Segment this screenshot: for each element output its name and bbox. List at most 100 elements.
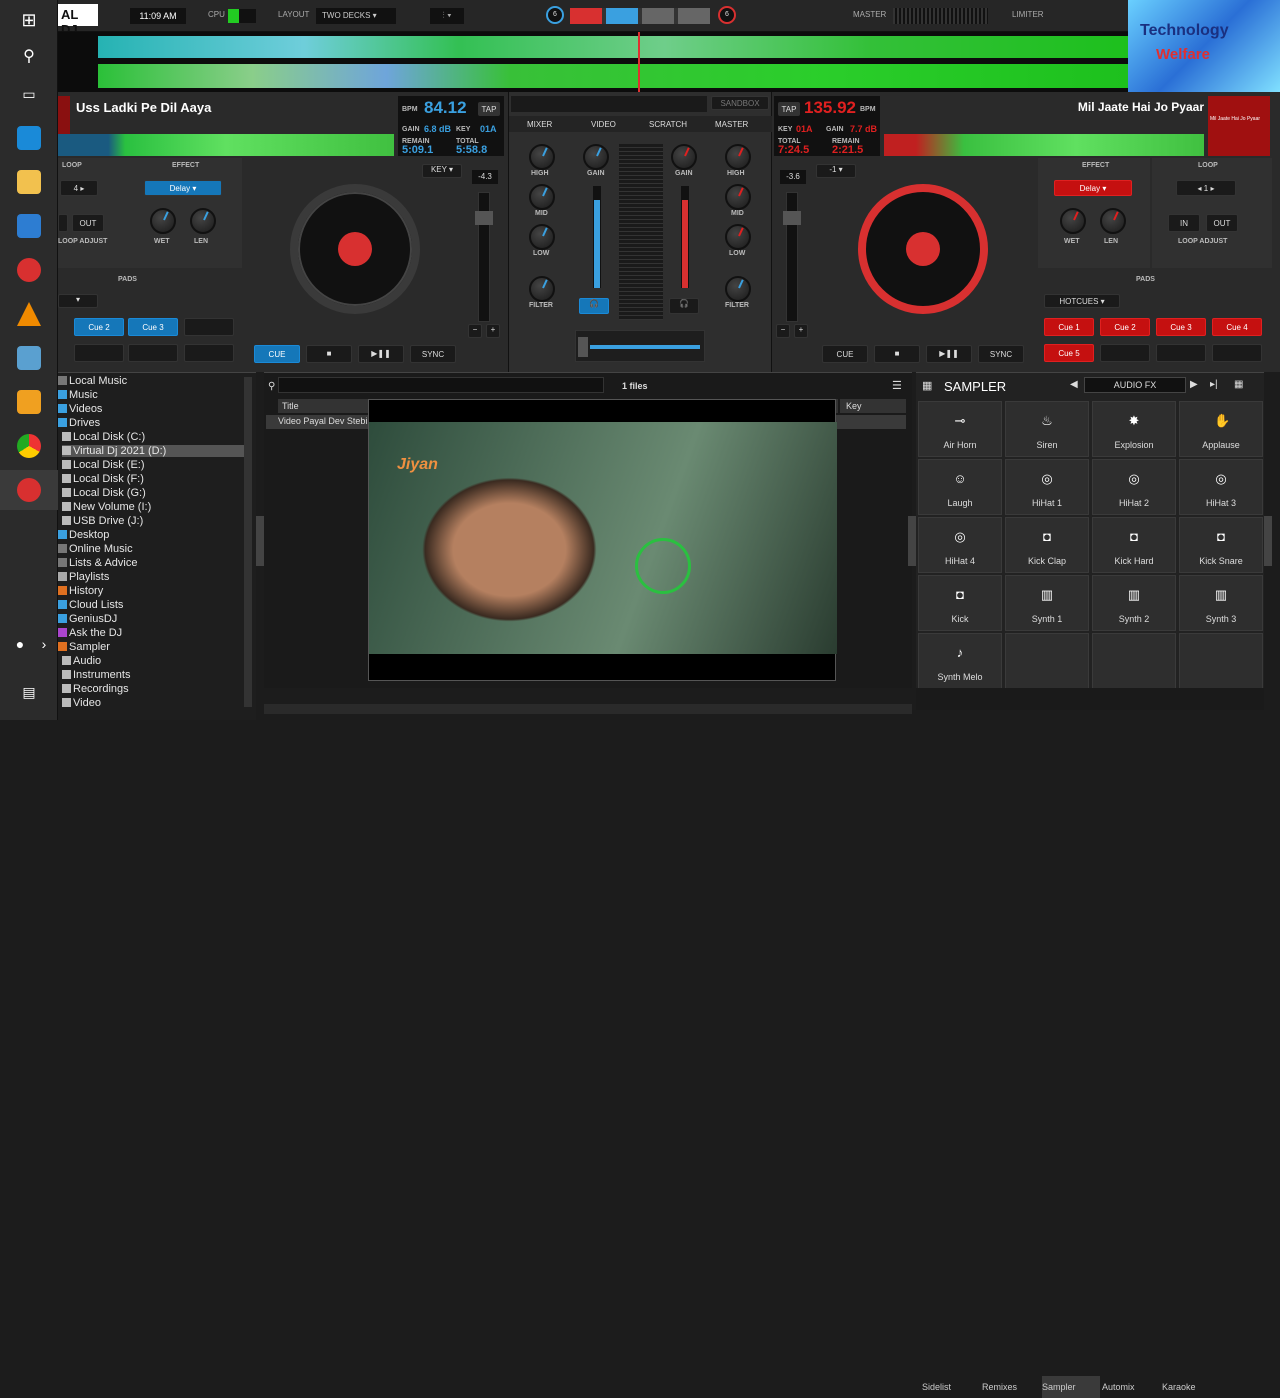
sampler-pad-empty[interactable] xyxy=(1092,633,1176,689)
tree-item[interactable]: USB Drive (J:) xyxy=(62,515,143,527)
rhythm-waveform[interactable] xyxy=(58,32,1128,92)
sampler-pad-empty[interactable] xyxy=(1005,633,1089,689)
pitch-plus-right[interactable]: + xyxy=(794,324,808,338)
sampler-pad-empty[interactable] xyxy=(1179,633,1263,689)
pitch-minus-button[interactable]: − xyxy=(468,324,482,338)
cue-pad-right-8[interactable] xyxy=(1212,344,1262,362)
tab-master[interactable]: MASTER xyxy=(715,120,748,129)
tree-item[interactable]: Local Music xyxy=(58,375,127,387)
task-view-icon[interactable]: ▭ xyxy=(17,82,41,106)
sampler-skip-icon[interactable]: ▸| xyxy=(1210,379,1218,390)
mixer-search-box[interactable] xyxy=(511,96,707,112)
sampler-pad[interactable]: ◎ HiHat 3 xyxy=(1179,459,1263,515)
pitch-minus-right[interactable]: − xyxy=(776,324,790,338)
tree-item[interactable]: Local Disk (G:) xyxy=(62,487,146,499)
sideview-tab[interactable] xyxy=(908,516,916,566)
headphone-right-button[interactable]: 🎧 xyxy=(669,298,699,314)
sampler-pad[interactable]: ▥ Synth 3 xyxy=(1179,575,1263,631)
bank-selector[interactable]: AUDIO FX xyxy=(1084,377,1186,393)
effect-dropdown[interactable]: Delay ▾ xyxy=(144,180,222,196)
stop-button-right[interactable]: ■ xyxy=(874,345,920,363)
pitch-slider[interactable] xyxy=(475,192,493,322)
bank-next-icon[interactable]: ▶ xyxy=(1190,379,1198,390)
cue-pad-6[interactable] xyxy=(128,344,178,362)
sublime-app-icon[interactable] xyxy=(17,390,41,414)
tree-item[interactable]: Music xyxy=(58,389,98,401)
deck-select-bar[interactable] xyxy=(570,8,710,24)
tree-item[interactable]: Local Disk (F:) xyxy=(62,473,144,485)
microphone-icon[interactable]: ● xyxy=(8,632,32,656)
search-input[interactable] xyxy=(278,377,604,393)
sync-button-right[interactable]: SYNC xyxy=(978,345,1024,363)
eq-high-right[interactable] xyxy=(725,144,751,170)
volume-fader-left[interactable] xyxy=(593,186,601,288)
vlc-icon[interactable] xyxy=(17,302,41,326)
layout-dropdown[interactable]: TWO DECKS ▾ xyxy=(316,8,396,24)
tree-item[interactable]: Virtual Dj 2021 (D:) xyxy=(62,445,248,457)
search-icon[interactable]: ⚲ xyxy=(17,45,41,69)
cue-pad-2[interactable]: Cue 2 xyxy=(74,318,124,336)
deck-right-mini-waveform[interactable] xyxy=(884,134,1204,156)
sampler-pad[interactable]: ◘ Kick Clap xyxy=(1005,517,1089,573)
sandbox-button[interactable]: SANDBOX xyxy=(711,96,769,110)
tab-sampler[interactable]: Sampler xyxy=(1042,1376,1100,1398)
notifications-icon[interactable]: ▤ xyxy=(17,680,41,704)
tab-karaoke[interactable]: Karaoke xyxy=(1162,1376,1220,1398)
jog-wheel-left[interactable] xyxy=(290,184,420,314)
cue-pad-right-3[interactable]: Cue 3 xyxy=(1156,318,1206,336)
sampler-pad[interactable]: ✸ Explosion xyxy=(1092,401,1176,457)
loop-out-right[interactable]: OUT xyxy=(1206,214,1238,232)
cue-pad-5[interactable] xyxy=(74,344,124,362)
tab-automix[interactable]: Automix xyxy=(1102,1376,1160,1398)
tree-item[interactable]: Playlists xyxy=(58,571,109,583)
sampler-pad[interactable]: ▥ Synth 1 xyxy=(1005,575,1089,631)
tree-item[interactable]: Local Disk (C:) xyxy=(62,431,145,443)
crossfader[interactable] xyxy=(575,330,705,362)
len-knob[interactable] xyxy=(190,208,216,234)
bank-prev-icon[interactable]: ◀ xyxy=(1070,379,1078,390)
cue-pad-right-2[interactable]: Cue 2 xyxy=(1100,318,1150,336)
tree-item[interactable]: Videos xyxy=(58,403,102,415)
jog-wheel-right[interactable] xyxy=(858,184,988,314)
kodi-app-icon[interactable] xyxy=(17,126,41,150)
tab-scratch[interactable]: SCRATCH xyxy=(649,120,687,129)
eq-high-left[interactable] xyxy=(529,144,555,170)
info-side-tab[interactable] xyxy=(1264,516,1272,566)
loop-in-right[interactable]: IN xyxy=(1168,214,1200,232)
horizontal-scrollbar[interactable] xyxy=(264,704,912,714)
key-button[interactable]: KEY ▾ xyxy=(422,164,462,178)
sampler-pad[interactable]: ◎ HiHat 4 xyxy=(918,517,1002,573)
tree-item[interactable]: Online Music xyxy=(58,543,133,555)
tree-item[interactable]: History xyxy=(58,585,103,597)
cue-pad-right-7[interactable] xyxy=(1156,344,1206,362)
wet-knob[interactable] xyxy=(150,208,176,234)
deck-left-mini-waveform[interactable] xyxy=(58,134,394,156)
len-knob-right[interactable] xyxy=(1100,208,1126,234)
cue-pad-right-4[interactable]: Cue 4 xyxy=(1212,318,1262,336)
sampler-pad[interactable]: ⊸ Air Horn xyxy=(918,401,1002,457)
sampler-pad[interactable]: ☺ Laugh xyxy=(918,459,1002,515)
tree-item[interactable]: Sampler xyxy=(58,641,110,653)
pads-mode-dropdown-right[interactable]: HOTCUES ▾ xyxy=(1044,294,1120,308)
virtualdj-app-icon[interactable] xyxy=(17,478,41,502)
recycle-app-icon[interactable] xyxy=(17,346,41,370)
sampler-grid-icon[interactable]: ▦ xyxy=(922,379,932,392)
tree-item[interactable]: New Volume (I:) xyxy=(62,501,151,513)
tab-sidelist[interactable]: Sidelist xyxy=(922,1376,980,1398)
cue-pad-4[interactable] xyxy=(184,318,234,336)
sampler-pad[interactable]: ♪ Synth Melo xyxy=(918,633,1002,689)
loop-in-button[interactable] xyxy=(58,214,68,232)
cue-pad-right-6[interactable] xyxy=(1100,344,1150,362)
folders-side-tab[interactable] xyxy=(256,516,264,566)
cue-pad-3[interactable]: Cue 3 xyxy=(128,318,178,336)
column-header-key[interactable]: Key xyxy=(840,399,906,413)
tree-item[interactable]: Local Disk (E:) xyxy=(62,459,145,471)
eq-mid-right[interactable] xyxy=(725,184,751,210)
sampler-pad[interactable]: ◘ Kick Snare xyxy=(1179,517,1263,573)
play-pause-button[interactable]: ▶❚❚ xyxy=(358,345,404,363)
loop-size-right[interactable]: ◂ 1 ▸ xyxy=(1176,180,1236,196)
tree-item[interactable]: Lists & Advice xyxy=(58,557,137,569)
cue-pad-7[interactable] xyxy=(184,344,234,362)
video-preview[interactable]: Jiyan xyxy=(368,399,837,681)
sampler-pad[interactable]: ◎ HiHat 2 xyxy=(1092,459,1176,515)
